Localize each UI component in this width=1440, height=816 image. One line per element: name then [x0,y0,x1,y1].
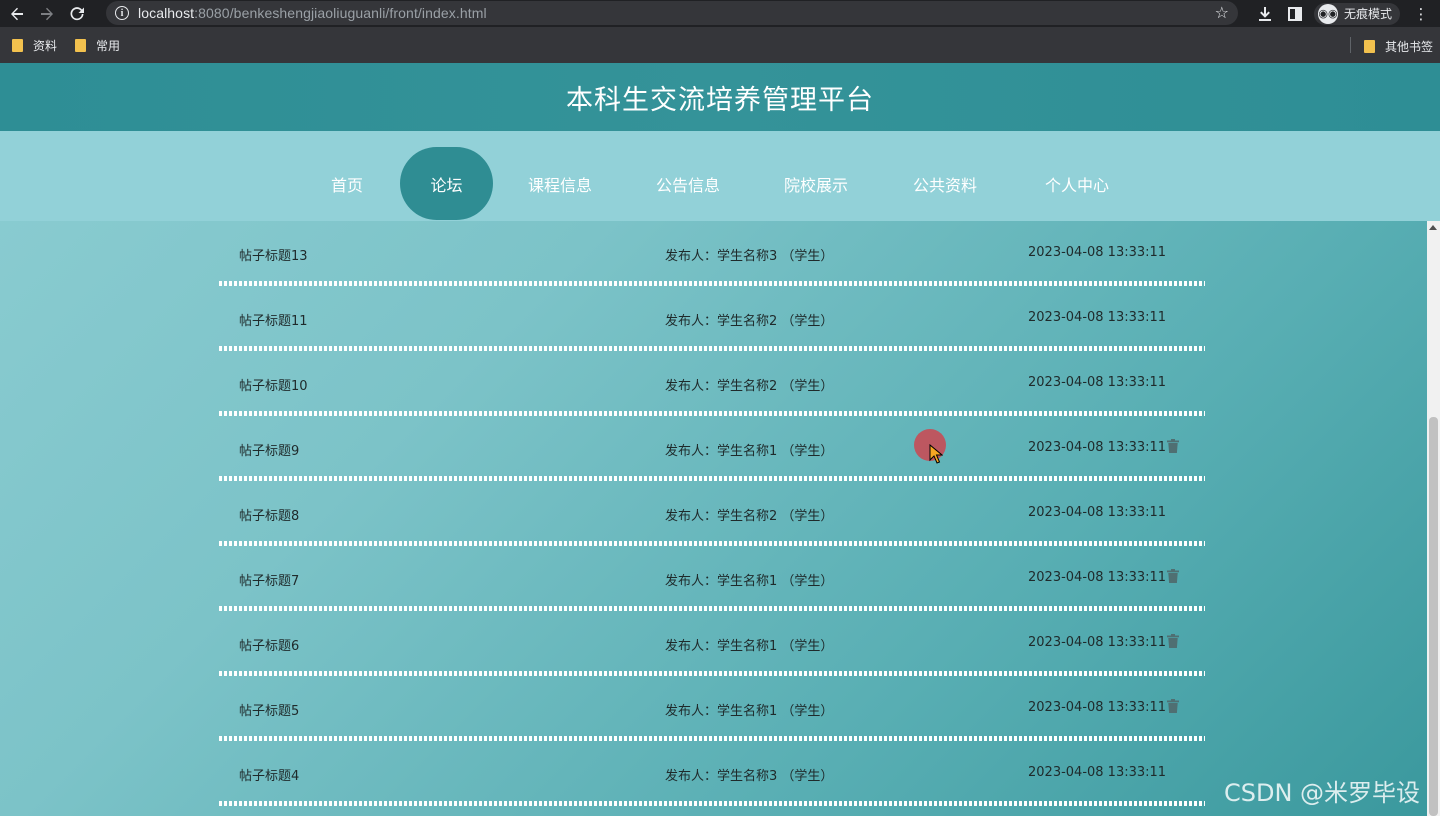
post-time: 2023-04-08 13:33:11 [1028,245,1167,260]
post-author: 发布人：学生名称1 （学生） [665,444,834,459]
main-nav: 首页 论坛 课程信息 公告信息 院校展示 公共资料 个人中心 [0,131,1440,221]
nav-label: 首页 [330,175,363,195]
table-row[interactable]: 帖子标题10 发布人：学生名称2 （学生） 2023-04-08 13:33:1… [219,351,1205,416]
post-time: 2023-04-08 13:33:11 [1028,700,1167,715]
site-title: 本科生交流培养管理平台 [566,84,874,116]
table-row[interactable]: 帖子标题5 发布人：学生名称1 （学生） 2023-04-08 13:33:11 [219,676,1205,741]
nav-school-showcase[interactable]: 院校展示 [771,147,861,220]
other-bookmarks[interactable]: 其他书签 [1364,38,1433,55]
download-icon[interactable] [1250,0,1280,27]
address-bar[interactable]: i localhost:8080/benkeshengjiaoliuguanli… [106,1,1238,25]
post-author: 发布人：学生名称3 （学生） [665,769,834,784]
post-author: 发布人：学生名称1 （学生） [665,574,834,589]
folder-icon [75,38,87,52]
post-time: 2023-04-08 13:33:11 [1028,440,1167,455]
table-row[interactable]: 帖子标题7 发布人：学生名称1 （学生） 2023-04-08 13:33:11 [219,546,1205,611]
bookmark-star-icon[interactable]: ☆ [1215,3,1229,22]
post-title[interactable]: 帖子标题4 [239,765,299,784]
nav-label: 课程信息 [527,175,592,195]
bookmark-label: 资料 [33,38,58,53]
side-panel-icon[interactable] [1280,0,1310,27]
post-title[interactable]: 帖子标题9 [239,440,299,459]
mouse-cursor-icon [929,444,943,464]
forward-icon[interactable] [32,0,62,27]
post-title[interactable]: 帖子标题11 [239,310,308,329]
post-author: 发布人：学生名称2 （学生） [665,379,834,394]
table-row[interactable]: 帖子标题4 发布人：学生名称3 （学生） 2023-04-08 13:33:11 [219,741,1205,806]
scroll-thumb[interactable] [1429,417,1438,816]
post-title[interactable]: 帖子标题10 [239,375,308,394]
bookmarks-divider [1350,37,1351,53]
nav-label: 院校展示 [783,175,848,195]
watermark: CSDN @米罗毕设 [1224,779,1421,807]
bookmarks-bar: 资料 常用 其他书签 [0,27,1440,63]
reload-icon[interactable] [62,0,92,27]
table-row[interactable]: 帖子标题13 发布人：学生名称3 （学生） 2023-04-08 13:33:1… [219,221,1205,286]
table-row[interactable]: 帖子标题8 发布人：学生名称2 （学生） 2023-04-08 13:33:11 [219,481,1205,546]
bookmark-folder-ziliao[interactable]: 资料 [12,37,57,54]
url-text[interactable]: localhost:8080/benkeshengjiaoliuguanli/f… [138,5,487,21]
back-icon[interactable] [2,0,32,27]
site-info-icon[interactable]: i [115,6,129,20]
nav-forum[interactable]: 论坛 [400,147,493,220]
row-divider [219,801,1205,806]
post-time: 2023-04-08 13:33:11 [1028,505,1167,520]
page-viewport: 本科生交流培养管理平台 首页 论坛 课程信息 公告信息 院校展示 公共资料 个人… [0,63,1440,816]
post-title[interactable]: 帖子标题13 [239,245,308,264]
nav-label: 个人中心 [1044,175,1109,195]
trash-icon[interactable] [1167,439,1179,453]
post-title[interactable]: 帖子标题7 [239,570,299,589]
browser-toolbar: i localhost:8080/benkeshengjiaoliuguanli… [0,0,1440,27]
site-header: 本科生交流培养管理平台 [0,63,1440,131]
post-title[interactable]: 帖子标题6 [239,635,299,654]
incognito-indicator[interactable]: ◉◉ 无痕模式 [1314,2,1401,25]
post-author: 发布人：学生名称2 （学生） [665,509,834,524]
incognito-label: 无痕模式 [1344,7,1393,21]
trash-icon[interactable] [1167,634,1179,648]
post-author: 发布人：学生名称1 （学生） [665,639,834,654]
post-title[interactable]: 帖子标题5 [239,700,299,719]
nav-label: 论坛 [430,175,463,195]
incognito-icon: ◉◉ [1318,3,1338,24]
post-time: 2023-04-08 13:33:11 [1028,765,1167,780]
table-row[interactable]: 帖子标题11 发布人：学生名称2 （学生） 2023-04-08 13:33:1… [219,286,1205,351]
post-time: 2023-04-08 13:33:11 [1028,570,1167,585]
table-row[interactable]: 帖子标题6 发布人：学生名称1 （学生） 2023-04-08 13:33:11 [219,611,1205,676]
page-scrollbar[interactable] [1427,221,1440,816]
post-time: 2023-04-08 13:33:11 [1028,310,1167,325]
bookmark-folder-changyong[interactable]: 常用 [75,37,120,54]
nav-home[interactable]: 首页 [316,147,378,220]
scroll-up-icon[interactable] [1429,225,1437,230]
nav-label: 公告信息 [655,175,720,195]
folder-icon [1364,40,1375,53]
post-author: 发布人：学生名称3 （学生） [665,249,834,264]
bookmark-label: 常用 [96,38,121,53]
post-time: 2023-04-08 13:33:11 [1028,635,1167,650]
post-title[interactable]: 帖子标题8 [239,505,299,524]
trash-icon[interactable] [1167,699,1179,713]
post-author: 发布人：学生名称2 （学生） [665,314,834,329]
forum-post-list: 帖子标题13 发布人：学生名称3 （学生） 2023-04-08 13:33:1… [219,221,1205,806]
nav-personal-center[interactable]: 个人中心 [1032,147,1122,220]
folder-icon [12,38,23,52]
other-bookmarks-label: 其他书签 [1385,40,1434,54]
post-time: 2023-04-08 13:33:11 [1028,375,1167,390]
nav-label: 公共资料 [912,175,977,195]
nav-announcements[interactable]: 公告信息 [643,147,733,220]
trash-icon[interactable] [1167,569,1179,583]
table-row[interactable]: 帖子标题9 发布人：学生名称1 （学生） 2023-04-08 13:33:11 [219,416,1205,481]
nav-public-materials[interactable]: 公共资料 [900,147,990,220]
post-author: 发布人：学生名称1 （学生） [665,704,834,719]
nav-course-info[interactable]: 课程信息 [515,147,605,220]
more-menu-icon[interactable]: ⋮ [1406,0,1436,27]
